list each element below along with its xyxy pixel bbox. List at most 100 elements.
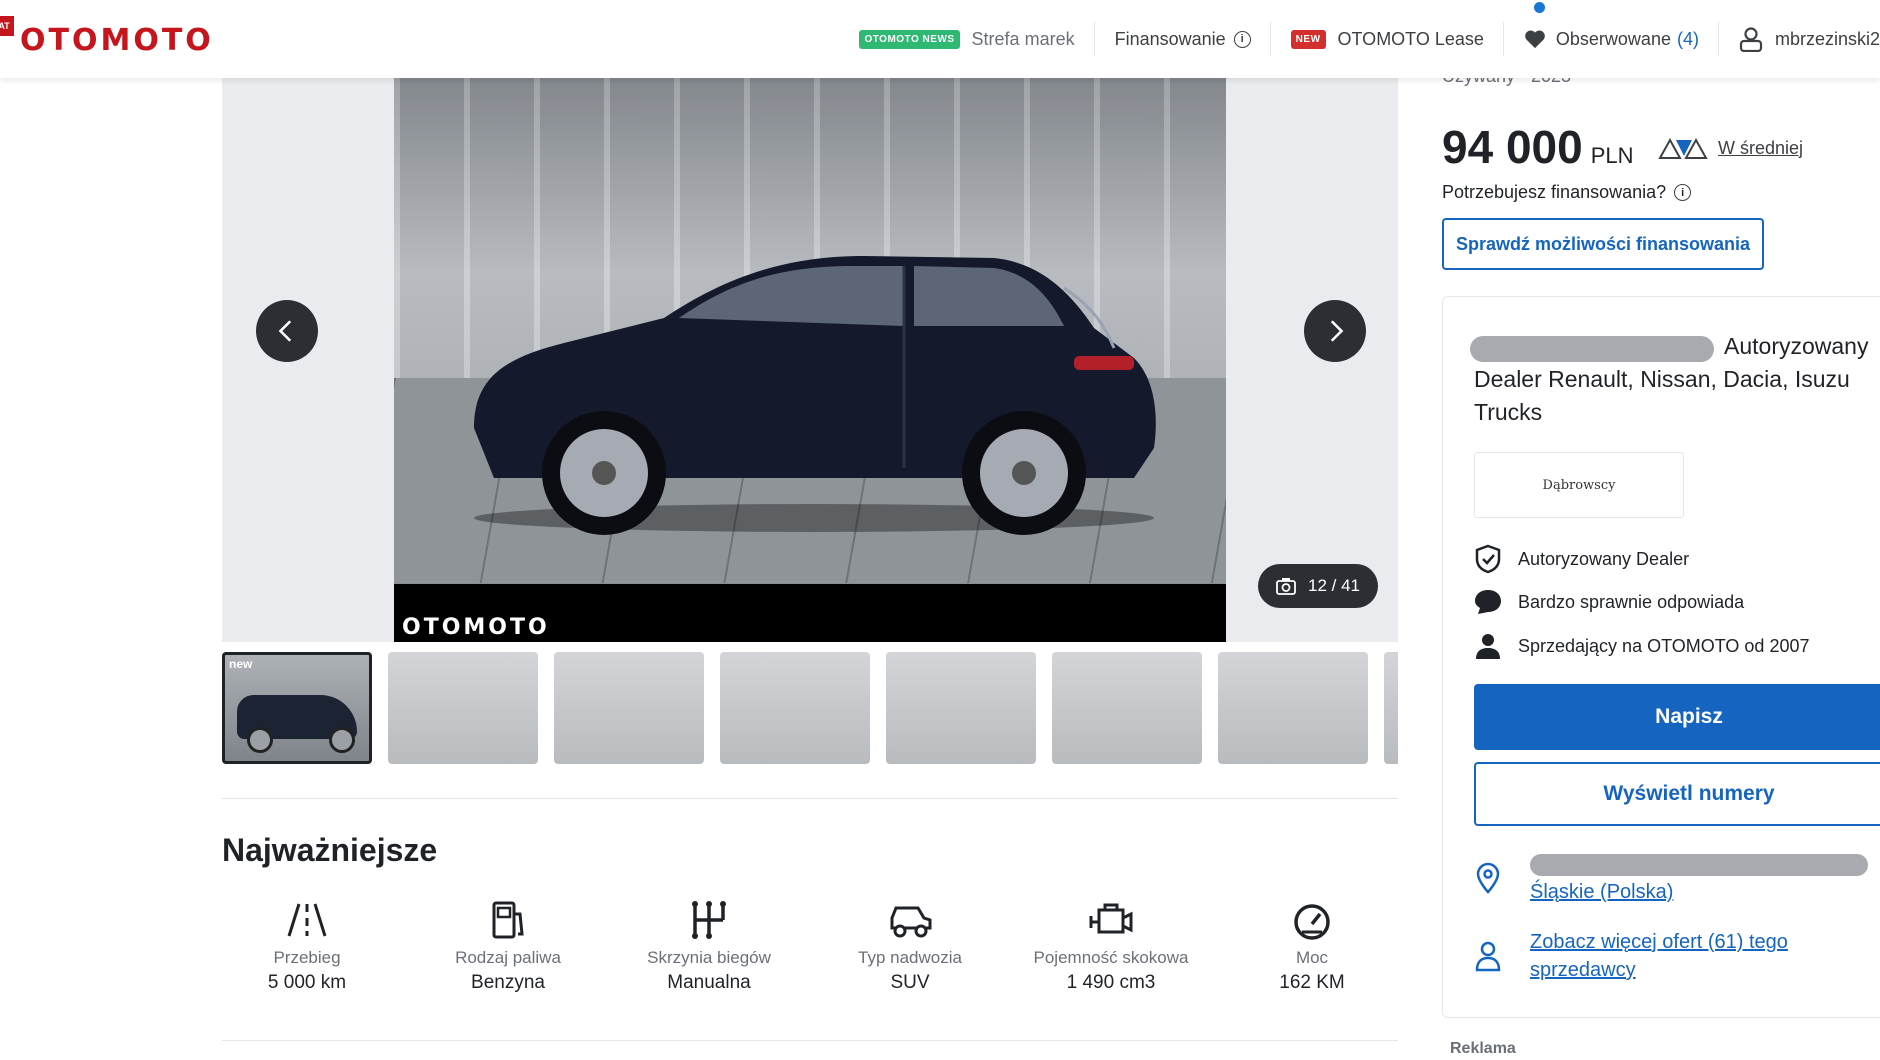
heart-icon (1525, 30, 1545, 49)
info-icon[interactable]: i (1674, 184, 1692, 201)
fuel-pump-icon (492, 901, 524, 939)
spec-label: Skrzynia biegów (647, 948, 771, 967)
user-icon (1739, 27, 1763, 52)
spec-value: 1 490 cm3 (1066, 972, 1156, 993)
thumbnail-2[interactable] (388, 652, 538, 764)
dealer-name: Autoryzowany Dealer Renault, Nissan, Dac… (1474, 330, 1880, 429)
financing-label: Finansowanie (1114, 28, 1226, 49)
user-outline-icon (1475, 941, 1501, 972)
brand-zone-label: Strefa marek (971, 28, 1075, 49)
otomoto-logo[interactable]: AT OTOMOTO (0, 16, 214, 60)
thumbnail-4[interactable] (720, 652, 870, 764)
chevron-right-icon (1330, 320, 1344, 342)
spec-fuel: Rodzaj paliwa Benzyna (418, 900, 598, 994)
nav-lease[interactable]: NEW OTOMOTO Lease (1271, 0, 1505, 78)
lease-label: OTOMOTO Lease (1337, 28, 1484, 49)
speedometer-icon (1294, 904, 1330, 940)
dealer-logo-text: Dąbrowscy (1542, 477, 1616, 493)
spec-mileage: Przebieg 5 000 km (217, 900, 397, 994)
price-amount: 94 000 (1442, 121, 1583, 173)
offer-sidebar: Używany · 2023 94 000 PLN W średniej Pot… (1440, 0, 1880, 1060)
car-image (474, 256, 1156, 535)
nav-brand-zone[interactable]: OTOMOTO NEWS Strefa marek (839, 0, 1095, 78)
gearbox-icon (692, 901, 726, 939)
spec-engine: Pojemność skokowa 1 490 cm3 (1021, 900, 1201, 994)
financing-question: Potrzebujesz finansowania? i (1442, 182, 1692, 203)
thumbnail-1[interactable]: new (222, 652, 372, 764)
main-photo[interactable]: OTOMOTO (394, 78, 1226, 642)
spec-value: Manualna (667, 972, 751, 993)
photo-counter[interactable]: 12 / 41 (1258, 564, 1378, 608)
ad-label: Reklama (1450, 1040, 1516, 1057)
feature-text: Sprzedający na OTOMOTO od 2007 (1518, 635, 1810, 656)
seller-more-offers[interactable]: Zobacz więcej ofert (61) tego sprzedawcy (1474, 928, 1814, 984)
nav-watched[interactable]: Obserwowane (4) (1504, 0, 1720, 78)
photo-gallery: OTOMOTO 12 / 41 (222, 78, 1398, 642)
thumbnail-6[interactable] (1052, 652, 1202, 764)
price: 94 000 PLN (1442, 120, 1634, 174)
price-rating[interactable]: W średniej (1658, 136, 1803, 160)
spec-value: 5 000 km (267, 972, 347, 993)
location-link[interactable]: Śląskie (Polska) (1530, 878, 1673, 906)
price-rating-link[interactable]: W średniej (1718, 138, 1803, 159)
chevron-left-icon (278, 320, 292, 342)
divider (222, 798, 1398, 799)
spec-value: 162 KM (1279, 972, 1345, 993)
person-icon (1476, 634, 1500, 659)
photo-watermark-band: OTOMOTO (394, 584, 1226, 642)
camera-icon (1276, 578, 1296, 595)
spec-label: Pojemność skokowa (1033, 948, 1189, 967)
previous-photo-button[interactable] (256, 300, 318, 362)
news-pill: OTOMOTO NEWS (859, 29, 960, 49)
spec-value: Benzyna (471, 972, 545, 993)
logo-text: OTOMOTO (20, 22, 214, 58)
feature-text: Bardzo sprawnie odpowiada (1518, 591, 1745, 612)
thumbnail-wheel (247, 727, 273, 753)
location-pin-icon (1476, 862, 1500, 894)
spec-label: Przebieg (273, 948, 341, 967)
spec-gearbox: Skrzynia biegów Manualna (619, 900, 799, 994)
more-offers-link[interactable]: Zobacz więcej ofert (61) tego sprzedawcy (1530, 928, 1814, 984)
seller-location[interactable]: Śląskie (Polska) (1474, 862, 1673, 906)
feature-responsive: Bardzo sprawnie odpowiada (1474, 588, 1744, 616)
photo-watermark: OTOMOTO (402, 615, 550, 640)
notification-dot (1533, 2, 1545, 13)
chat-bubble-icon (1475, 590, 1501, 614)
watched-count: (4) (1676, 28, 1699, 49)
thumbnail-7[interactable] (1218, 652, 1368, 764)
thumbnail-wheel (329, 727, 355, 753)
section-title: Najważniejsze (222, 832, 438, 868)
price-rating-icon (1658, 137, 1708, 159)
watched-label: Obserwowane (1555, 28, 1671, 49)
nav-user[interactable]: mbrzezinski2 (1719, 0, 1880, 78)
info-icon: i (1233, 30, 1251, 48)
dealer-name-text: Autoryzowany Dealer Renault, Nissan, Dac… (1474, 333, 1869, 425)
nav-financing[interactable]: Finansowanie i (1095, 0, 1271, 78)
photo-counter-text: 12 / 41 (1308, 576, 1360, 595)
logo-badge: AT (0, 16, 14, 36)
dealer-logo[interactable]: Dąbrowscy (1474, 452, 1684, 518)
spec-label: Typ nadwozia (858, 948, 962, 967)
write-message-button[interactable]: Napisz (1474, 684, 1880, 750)
new-pill: NEW (1290, 29, 1326, 49)
thumbnail-5[interactable] (886, 652, 1036, 764)
spec-label: Rodzaj paliwa (455, 948, 561, 967)
top-nav: OTOMOTO NEWS Strefa marek Finansowanie i… (839, 0, 1880, 78)
show-phone-button[interactable]: Wyświetl numery (1474, 762, 1880, 826)
shield-check-icon (1475, 544, 1501, 574)
thumbnail-3[interactable] (554, 652, 704, 764)
thumbnail-8[interactable] (1384, 652, 1398, 764)
spec-label: Moc (1295, 948, 1329, 967)
spec-power: Moc 162 KM (1222, 900, 1402, 994)
next-photo-button[interactable] (1304, 300, 1366, 362)
feature-authorized: Autoryzowany Dealer (1474, 544, 1689, 574)
highlights-specs: Przebieg 5 000 km Rodzaj paliwa Benzyna … (222, 900, 1398, 1010)
thumbnail-new-tag: new (229, 657, 253, 671)
check-financing-button[interactable]: Sprawdź możliwości finansowania (1442, 218, 1764, 270)
user-name: mbrzezinski2 (1774, 28, 1880, 49)
spec-value: SUV (890, 972, 930, 993)
road-icon (287, 903, 327, 937)
car-body-icon (890, 906, 932, 938)
divider (222, 1040, 1398, 1041)
feature-since: Sprzedający na OTOMOTO od 2007 (1474, 632, 1809, 660)
